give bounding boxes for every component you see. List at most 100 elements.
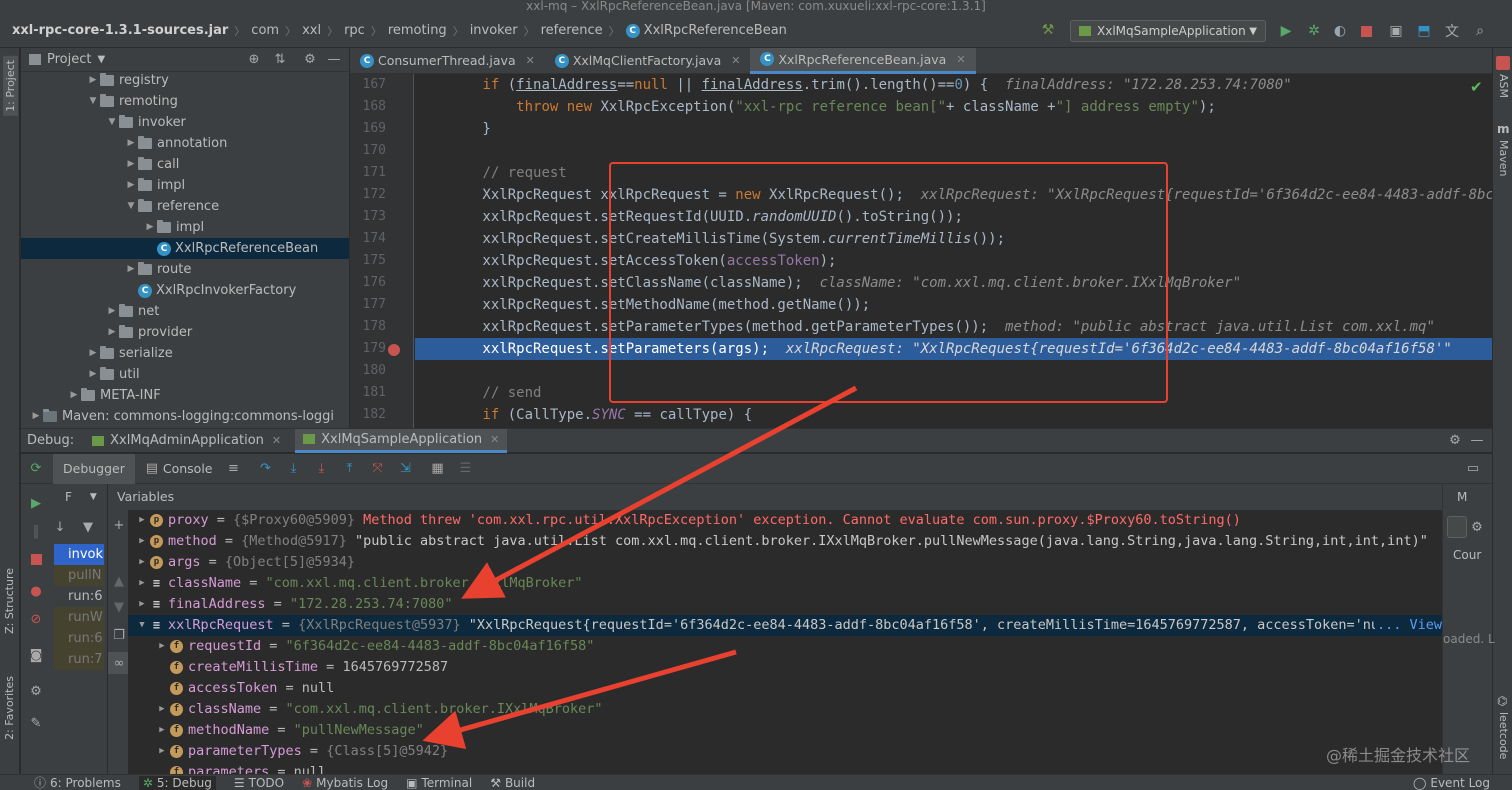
tree-item[interactable]: ▼ reference [21, 196, 219, 217]
pin-icon[interactable]: ✎ [25, 712, 47, 734]
chevron-right-icon[interactable]: ▶ [86, 343, 100, 364]
chevron-down-icon[interactable]: ▼ [124, 196, 138, 217]
tree-item[interactable]: C XxlRpcReferenceBean [21, 238, 349, 259]
status-event-log[interactable]: ◯ Event Log [1413, 776, 1490, 790]
variable-row[interactable]: ▼ ≡ xxlRpcRequest = {XxlRpcRequest@5937} "… [128, 615, 1442, 636]
stop-icon[interactable] [1356, 21, 1376, 41]
tab-console[interactable]: Console [163, 461, 213, 476]
gear-icon[interactable]: ⚙ [25, 680, 47, 702]
tree-item[interactable]: ▶ impl [21, 175, 185, 196]
debug-session-sample[interactable]: XxlMqSampleApplication ✕ [295, 428, 508, 453]
line-number[interactable]: 168 [350, 96, 386, 118]
breadcrumb-jar[interactable]: xxl-rpc-core-1.3.1-sources.jar [12, 23, 228, 38]
translate-icon[interactable]: 文 [1442, 21, 1462, 41]
leetcode-tool-button[interactable]: leetcode [1497, 712, 1510, 759]
stack-frame[interactable]: runW [54, 607, 104, 628]
gear-icon[interactable]: ⚙ [299, 49, 321, 71]
chevron-down-icon[interactable]: ▼ [86, 91, 100, 112]
line-number[interactable]: 174 [350, 228, 386, 250]
step-over-icon[interactable]: ↷ [255, 458, 277, 480]
code-line[interactable]: if (CallType.SYNC == callType) { [415, 404, 1492, 426]
line-number[interactable]: 181 [350, 382, 386, 404]
line-number[interactable]: 178 [350, 316, 386, 338]
tree-item[interactable]: ▶ Maven: commons-logging:commons-loggi [21, 406, 334, 427]
breadcrumb-reference[interactable]: reference [541, 23, 603, 38]
line-number[interactable]: 171 [350, 162, 386, 184]
chevron-right-icon[interactable]: ▶ [124, 175, 138, 196]
resume-icon[interactable]: ▶ [25, 492, 47, 514]
filter-icon[interactable]: ▼ [77, 516, 99, 538]
chevron-right-icon[interactable]: ▶ [143, 217, 157, 238]
chevron-right-icon[interactable]: ▶ [134, 531, 150, 552]
breadcrumb-invoker[interactable]: invoker [470, 23, 518, 38]
camera-icon[interactable]: ◙ [25, 644, 47, 666]
debug-icon[interactable]: ✲ [1304, 21, 1324, 41]
chevron-down-icon[interactable]: ▼ [97, 54, 105, 65]
status-build[interactable]: ⚒ Build [490, 776, 535, 790]
variable-row[interactable]: ▶ p args = {Object[5]@5934} [128, 552, 1442, 573]
coverage-icon[interactable]: ◐ [1330, 21, 1350, 41]
chevron-right-icon[interactable]: ▶ [86, 364, 100, 385]
favorites-tool-button[interactable]: 2: Favorites [3, 676, 16, 740]
code-line[interactable]: throw new XxlRpcException("xxl-rpc refer… [415, 96, 1492, 118]
line-number[interactable]: 170 [350, 140, 386, 162]
chevron-right-icon[interactable]: ▶ [124, 154, 138, 175]
chevron-right-icon[interactable]: ▶ [134, 594, 150, 615]
gear-icon[interactable]: ⚙ [1466, 516, 1488, 538]
locate-icon[interactable]: ⊕ [243, 49, 265, 71]
watch-input[interactable] [1447, 516, 1467, 538]
stop-icon[interactable] [25, 548, 47, 570]
chevron-right-icon[interactable]: ▶ [134, 510, 150, 531]
evaluate-icon[interactable]: ▦ [427, 458, 449, 480]
run-configuration-select[interactable]: XxlMqSampleApplication ▼ [1070, 20, 1266, 42]
tab-xxl-rpc-reference-bean[interactable]: C XxlRpcReferenceBean.java ✕ [750, 47, 976, 74]
variable-row[interactable]: ▶ p proxy = {$Proxy60@5909} Method threw '… [128, 510, 1442, 531]
stack-frame[interactable]: invok [54, 544, 104, 565]
chevron-down-icon[interactable]: ▼ [134, 615, 150, 636]
status-problems[interactable]: ⓘ 6: Problems [34, 774, 121, 790]
project-view-selector[interactable]: Project [47, 52, 91, 67]
chevron-right-icon[interactable]: ▶ [124, 259, 138, 280]
tree-item[interactable]: ▶ annotation [21, 133, 227, 154]
status-todo[interactable]: ☰ TODO [234, 776, 284, 790]
tree-item[interactable]: ▶ impl [21, 217, 204, 238]
layout-icon[interactable]: ▭ [1462, 458, 1484, 480]
tree-item[interactable]: ▼ invoker [21, 112, 186, 133]
stack-frame[interactable]: run:7 [54, 649, 104, 670]
chevron-down-icon[interactable]: ▼ [105, 112, 119, 133]
code-line[interactable]: } [415, 118, 1492, 140]
structure-tool-button[interactable]: Z: Structure [3, 568, 16, 634]
tree-item[interactable]: ▶ serialize [21, 343, 173, 364]
arrow-up-icon[interactable]: ▲ [108, 570, 130, 592]
chevron-right-icon[interactable]: ▶ [154, 741, 170, 762]
chevron-right-icon[interactable]: ▶ [134, 552, 150, 573]
search-icon[interactable]: ⌕ [1470, 21, 1490, 41]
collapse-all-icon[interactable]: ⇅ [269, 49, 291, 71]
drop-frame-icon[interactable]: ⤧ [367, 458, 389, 480]
breadcrumb-remoting[interactable]: remoting [388, 23, 447, 38]
chevron-right-icon[interactable]: ▶ [86, 70, 100, 91]
tree-item[interactable]: ▶ route [21, 259, 191, 280]
breakpoint-icon[interactable] [388, 344, 400, 356]
chevron-right-icon[interactable]: ▶ [105, 322, 119, 343]
chevron-right-icon[interactable]: ▶ [67, 385, 81, 406]
maven-tool-button[interactable]: Maven [1497, 140, 1510, 176]
tree-item[interactable]: ▼ remoting [21, 91, 178, 112]
tree-item[interactable]: ▶ META-INF [21, 385, 161, 406]
tree-item[interactable]: ▶ provider [21, 322, 192, 343]
tree-item[interactable]: C XxlRpcInvokerFactory [21, 280, 296, 301]
tree-item[interactable]: ▶ registry [21, 70, 169, 91]
gear-icon[interactable]: ⚙ [1444, 430, 1466, 452]
line-number[interactable]: 167 [350, 74, 386, 96]
status-mybatis-log[interactable]: ❀ Mybatis Log [302, 776, 388, 790]
copy-icon[interactable]: ❐ [108, 624, 130, 646]
arrow-down-icon[interactable]: ↓ [49, 516, 71, 538]
force-step-into-icon[interactable]: ⤓ [311, 458, 333, 480]
line-number[interactable]: 169 [350, 118, 386, 140]
chevron-right-icon[interactable]: ▶ [154, 636, 170, 657]
line-number[interactable]: 180 [350, 360, 386, 382]
tab-xxl-mq-client-factory[interactable]: C XxlMqClientFactory.java ✕ [545, 48, 751, 74]
tree-item[interactable]: ▶ call [21, 154, 179, 175]
view-breakpoints-icon[interactable]: ● [25, 580, 47, 602]
tab-debugger[interactable]: Debugger [53, 453, 135, 484]
